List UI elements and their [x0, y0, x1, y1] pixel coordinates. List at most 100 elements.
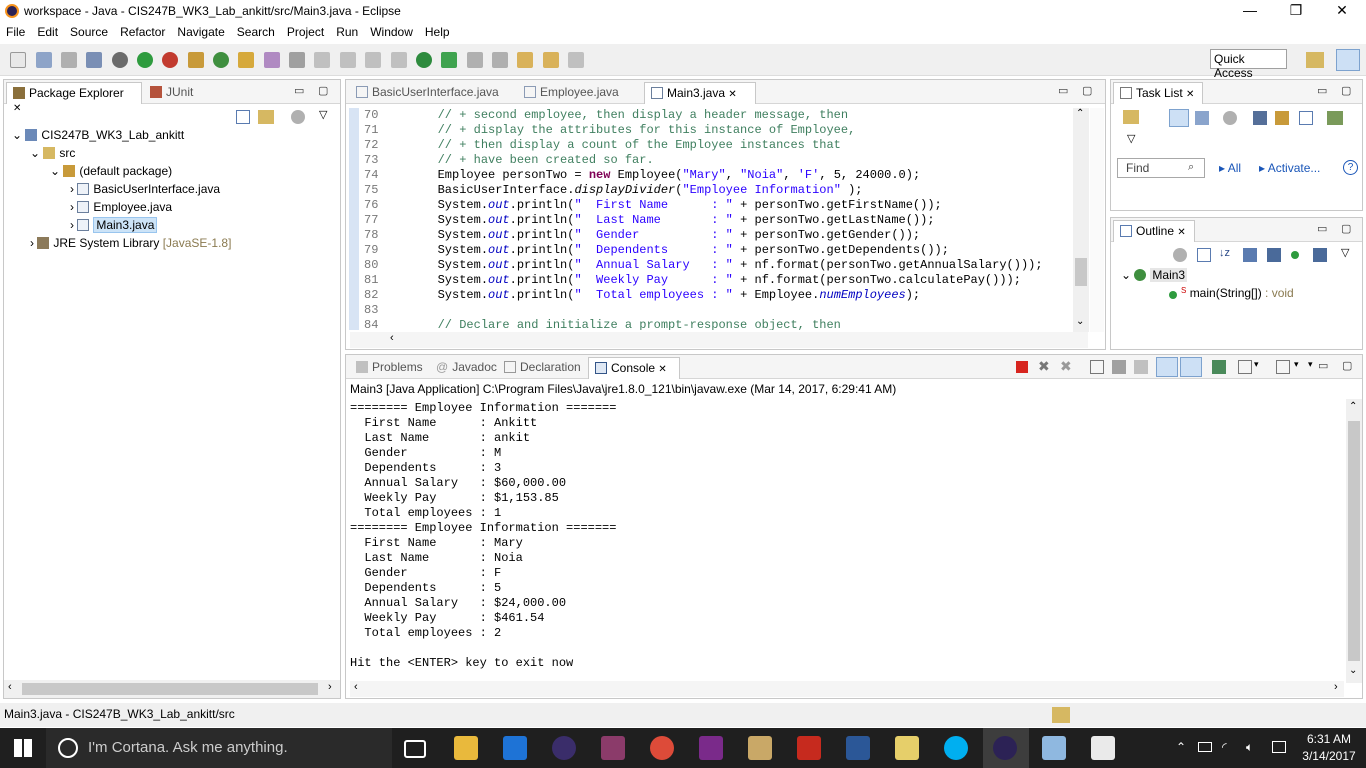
tree-src[interactable]: ⌄ src	[30, 146, 75, 160]
tab-employee[interactable]: Employee.java	[518, 82, 625, 104]
wifi-icon[interactable]: ◜	[1222, 740, 1227, 754]
console-horizontal-scrollbar[interactable]: ‹ ›	[350, 681, 1344, 697]
collapse-all-icon[interactable]	[1299, 111, 1313, 125]
menu-navigate[interactable]: Navigate	[171, 22, 230, 39]
file-explorer-icon[interactable]	[454, 736, 478, 760]
show-whitespace-icon[interactable]	[339, 52, 356, 68]
chevron-right-icon[interactable]: ›	[70, 200, 74, 214]
scroll-down-icon[interactable]: ⌄	[1349, 665, 1357, 676]
clear-console-icon[interactable]	[1090, 360, 1104, 374]
menu-help[interactable]: Help	[419, 22, 456, 39]
maximize-view-icon[interactable]: ▢	[1341, 222, 1351, 235]
editor-horizontal-scrollbar[interactable]: ‹	[350, 332, 1088, 348]
remove-launch-icon[interactable]: ✖	[1038, 358, 1050, 375]
sort-icon[interactable]: ↓z	[1219, 247, 1230, 259]
clock-date[interactable]: 3/14/2017	[1298, 749, 1360, 763]
scroll-right-icon[interactable]: ›	[328, 681, 332, 693]
chrome-icon[interactable]	[650, 736, 674, 760]
chevron-down-icon[interactable]: ▾	[1254, 359, 1259, 370]
close-tab-icon[interactable]: ✕	[1186, 89, 1194, 100]
tab-outline[interactable]: Outline ✕	[1113, 220, 1195, 242]
minimize-view-icon[interactable]: ▭	[294, 84, 304, 97]
view-menu-icon[interactable]: ▽	[1341, 246, 1349, 259]
chevron-down-icon[interactable]: ⌄	[50, 164, 60, 178]
open-perspective-icon[interactable]	[1306, 52, 1324, 68]
menu-file[interactable]: File	[0, 22, 31, 39]
chevron-down-icon[interactable]: ▾	[1294, 359, 1299, 370]
maximize-view-icon[interactable]: ▢	[318, 84, 328, 97]
save-icon[interactable]	[35, 52, 52, 68]
paint-icon[interactable]	[748, 736, 772, 760]
previous-annotation-icon[interactable]	[491, 52, 508, 68]
toggle-word-wrap-icon[interactable]	[314, 52, 331, 68]
word-icon[interactable]	[846, 736, 870, 760]
hide-non-public-icon[interactable]	[1291, 251, 1299, 259]
focus-icon[interactable]	[1275, 111, 1289, 125]
photos-icon[interactable]	[1091, 736, 1115, 760]
console-vertical-scrollbar[interactable]: ⌃ ⌄	[1346, 399, 1362, 683]
battery-icon[interactable]	[1198, 742, 1212, 752]
winrar-icon[interactable]	[601, 736, 625, 760]
categorize-icon[interactable]	[1169, 109, 1189, 127]
acrobat-icon[interactable]	[797, 736, 821, 760]
open-console-icon[interactable]	[1276, 360, 1290, 374]
next-annotation-icon[interactable]	[466, 52, 483, 68]
run-icon[interactable]	[137, 52, 154, 68]
code-line[interactable]: 77 System.out.println(" Last Name : " + …	[350, 213, 935, 228]
notepad-icon[interactable]	[1042, 736, 1066, 760]
tab-main3[interactable]: Main3.java ✕	[644, 82, 756, 104]
last-edit-location-icon[interactable]	[517, 52, 534, 68]
maximize-view-icon[interactable]: ▢	[1341, 84, 1351, 97]
edge-icon[interactable]	[503, 736, 527, 760]
code-line[interactable]: 82 System.out.println(" Total employees …	[350, 288, 920, 303]
filter-icon[interactable]	[291, 110, 305, 124]
view-menu-icon[interactable]: ▽	[319, 108, 327, 121]
tree-default-package[interactable]: ⌄ (default package)	[50, 164, 172, 178]
forward-icon[interactable]	[567, 52, 584, 68]
tab-problems[interactable]: Problems	[350, 357, 429, 379]
minimize-button[interactable]: —	[1227, 0, 1273, 22]
console-output[interactable]: ======== Employee Information ======= Fi…	[346, 401, 1342, 679]
maximize-view-icon[interactable]: ▢	[1342, 359, 1352, 372]
progress-icon[interactable]	[1052, 707, 1070, 723]
scroll-thumb[interactable]	[1075, 258, 1087, 286]
tab-package-explorer[interactable]: Package Explorer ✕	[6, 82, 142, 114]
editor-vertical-scrollbar[interactable]: ⌃ ⌄	[1073, 108, 1089, 332]
new-java-package-icon[interactable]	[187, 52, 204, 68]
synchronize-icon[interactable]	[1327, 111, 1343, 125]
minimize-view-icon[interactable]: ▭	[1058, 84, 1068, 97]
clock-time[interactable]: 6:31 AM	[1304, 732, 1354, 746]
close-button[interactable]: ✕	[1319, 0, 1365, 22]
search-icon[interactable]	[263, 52, 280, 68]
tab-task-list[interactable]: Task List ✕	[1113, 82, 1203, 104]
eclipse-taskbar-icon[interactable]	[552, 736, 576, 760]
scroll-thumb[interactable]	[1348, 421, 1360, 661]
tab-basicuserinterface[interactable]: BasicUserInterface.java	[350, 82, 505, 104]
show-source-icon[interactable]	[390, 52, 407, 68]
tree-jre-library[interactable]: › JRE System Library [JavaSE-1.8]	[30, 236, 231, 250]
breakpoint-icon[interactable]	[415, 52, 432, 68]
skype-icon[interactable]	[944, 736, 968, 760]
back-icon[interactable]	[542, 52, 559, 68]
code-line[interactable]: 81 System.out.println(" Weekly Pay : " +…	[350, 273, 1021, 288]
tab-junit[interactable]: JUnit	[144, 82, 199, 104]
code-line[interactable]: 76 System.out.println(" First Name : " +…	[350, 198, 942, 213]
terminate-icon[interactable]	[1016, 361, 1028, 373]
tree-project[interactable]: ⌄ CIS247B_WK3_Lab_ankitt	[12, 128, 184, 142]
scroll-right-icon[interactable]: ›	[1334, 681, 1338, 693]
tab-console[interactable]: Console ✕	[588, 357, 680, 379]
hide-completed-icon[interactable]	[1253, 111, 1267, 125]
view-menu-icon[interactable]: ▽	[1127, 132, 1135, 145]
word-wrap-icon[interactable]	[1134, 360, 1148, 374]
new-icon[interactable]	[10, 52, 27, 68]
minimize-view-icon[interactable]: ▭	[1317, 222, 1327, 235]
windows-start-icon[interactable]	[14, 739, 32, 757]
code-line[interactable]: 75 BasicUserInterface.displayDivider("Em…	[350, 183, 863, 198]
toggle-mark-occurrences-icon[interactable]	[289, 52, 306, 68]
show-console-stderr-icon[interactable]	[1180, 357, 1202, 377]
activate-link[interactable]: ▸ Activate...	[1259, 161, 1320, 175]
chevron-down-icon[interactable]: ⌄	[30, 146, 40, 160]
collapse-all-icon[interactable]	[1197, 248, 1211, 262]
chevron-right-icon[interactable]: ›	[70, 182, 74, 196]
new-java-class-icon[interactable]	[213, 52, 230, 68]
